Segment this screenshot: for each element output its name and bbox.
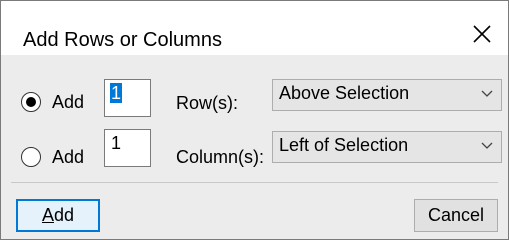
add-rows-columns-dialog: Add Rows or Columns Add 1 Row(s): Above … [0, 0, 509, 240]
columns-field-label: Column(s): [176, 147, 265, 167]
add-columns-label: Add [52, 147, 85, 167]
rows-count-value: 1 [110, 83, 123, 103]
add-button[interactable]: Add [16, 199, 100, 232]
radio-selected-dot [26, 97, 36, 107]
chevron-down-icon [481, 142, 493, 149]
title-bar: Add Rows or Columns [1, 1, 508, 53]
add-button-mnemonic: A [41, 205, 54, 225]
columns-position-select[interactable]: Left of Selection [272, 131, 502, 163]
add-rows-radio[interactable] [21, 92, 41, 112]
columns-position-value: Left of Selection [279, 135, 409, 155]
chevron-down-icon [481, 90, 493, 97]
dialog-body: Add 1 Row(s): Above Selection Add 1 Colu… [1, 55, 508, 239]
add-button-label-rest: dd [53, 205, 75, 225]
rows-field-label: Row(s): [176, 93, 238, 113]
close-icon [473, 25, 491, 43]
divider [11, 182, 498, 183]
cancel-button[interactable]: Cancel [414, 199, 498, 232]
add-columns-radio[interactable] [21, 147, 41, 167]
add-rows-label: Add [52, 92, 85, 112]
dialog-title: Add Rows or Columns [23, 29, 222, 51]
rows-count-input[interactable]: 1 [104, 79, 151, 117]
close-button[interactable] [462, 19, 502, 49]
columns-count-input[interactable]: 1 [104, 129, 151, 167]
rows-position-select[interactable]: Above Selection [272, 79, 502, 111]
columns-count-value: 1 [111, 133, 122, 153]
rows-position-value: Above Selection [279, 83, 410, 103]
